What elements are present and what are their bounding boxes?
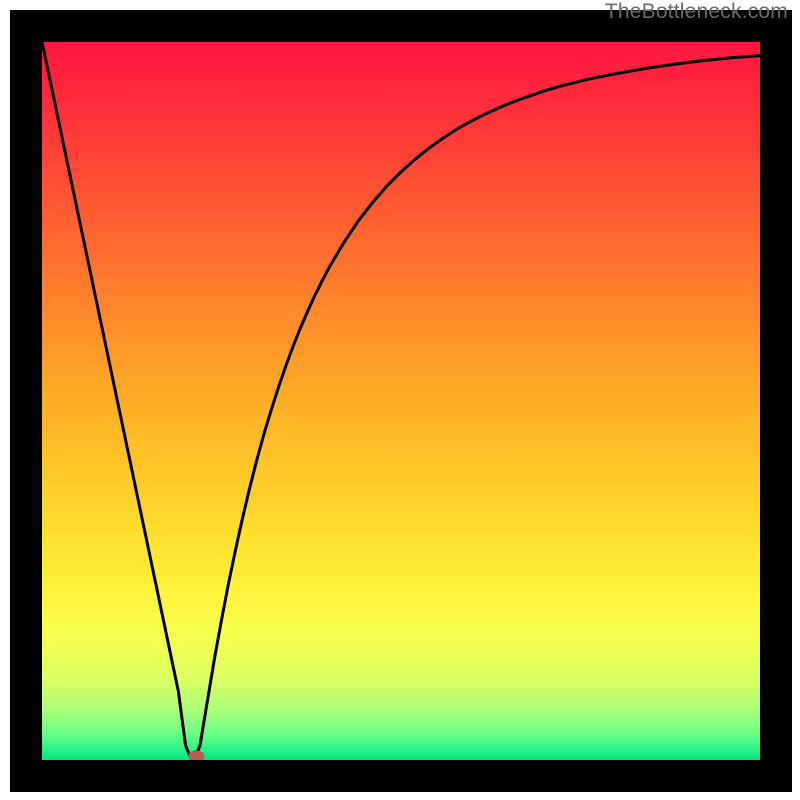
chart-frame: TheBottleneck.com: [0, 0, 800, 800]
plot-area: [42, 42, 760, 760]
gradient-background: [42, 42, 760, 760]
plot-outer-black-border: [10, 10, 792, 792]
chart-svg: [42, 42, 760, 760]
watermark-text: TheBottleneck.com: [605, 0, 788, 24]
